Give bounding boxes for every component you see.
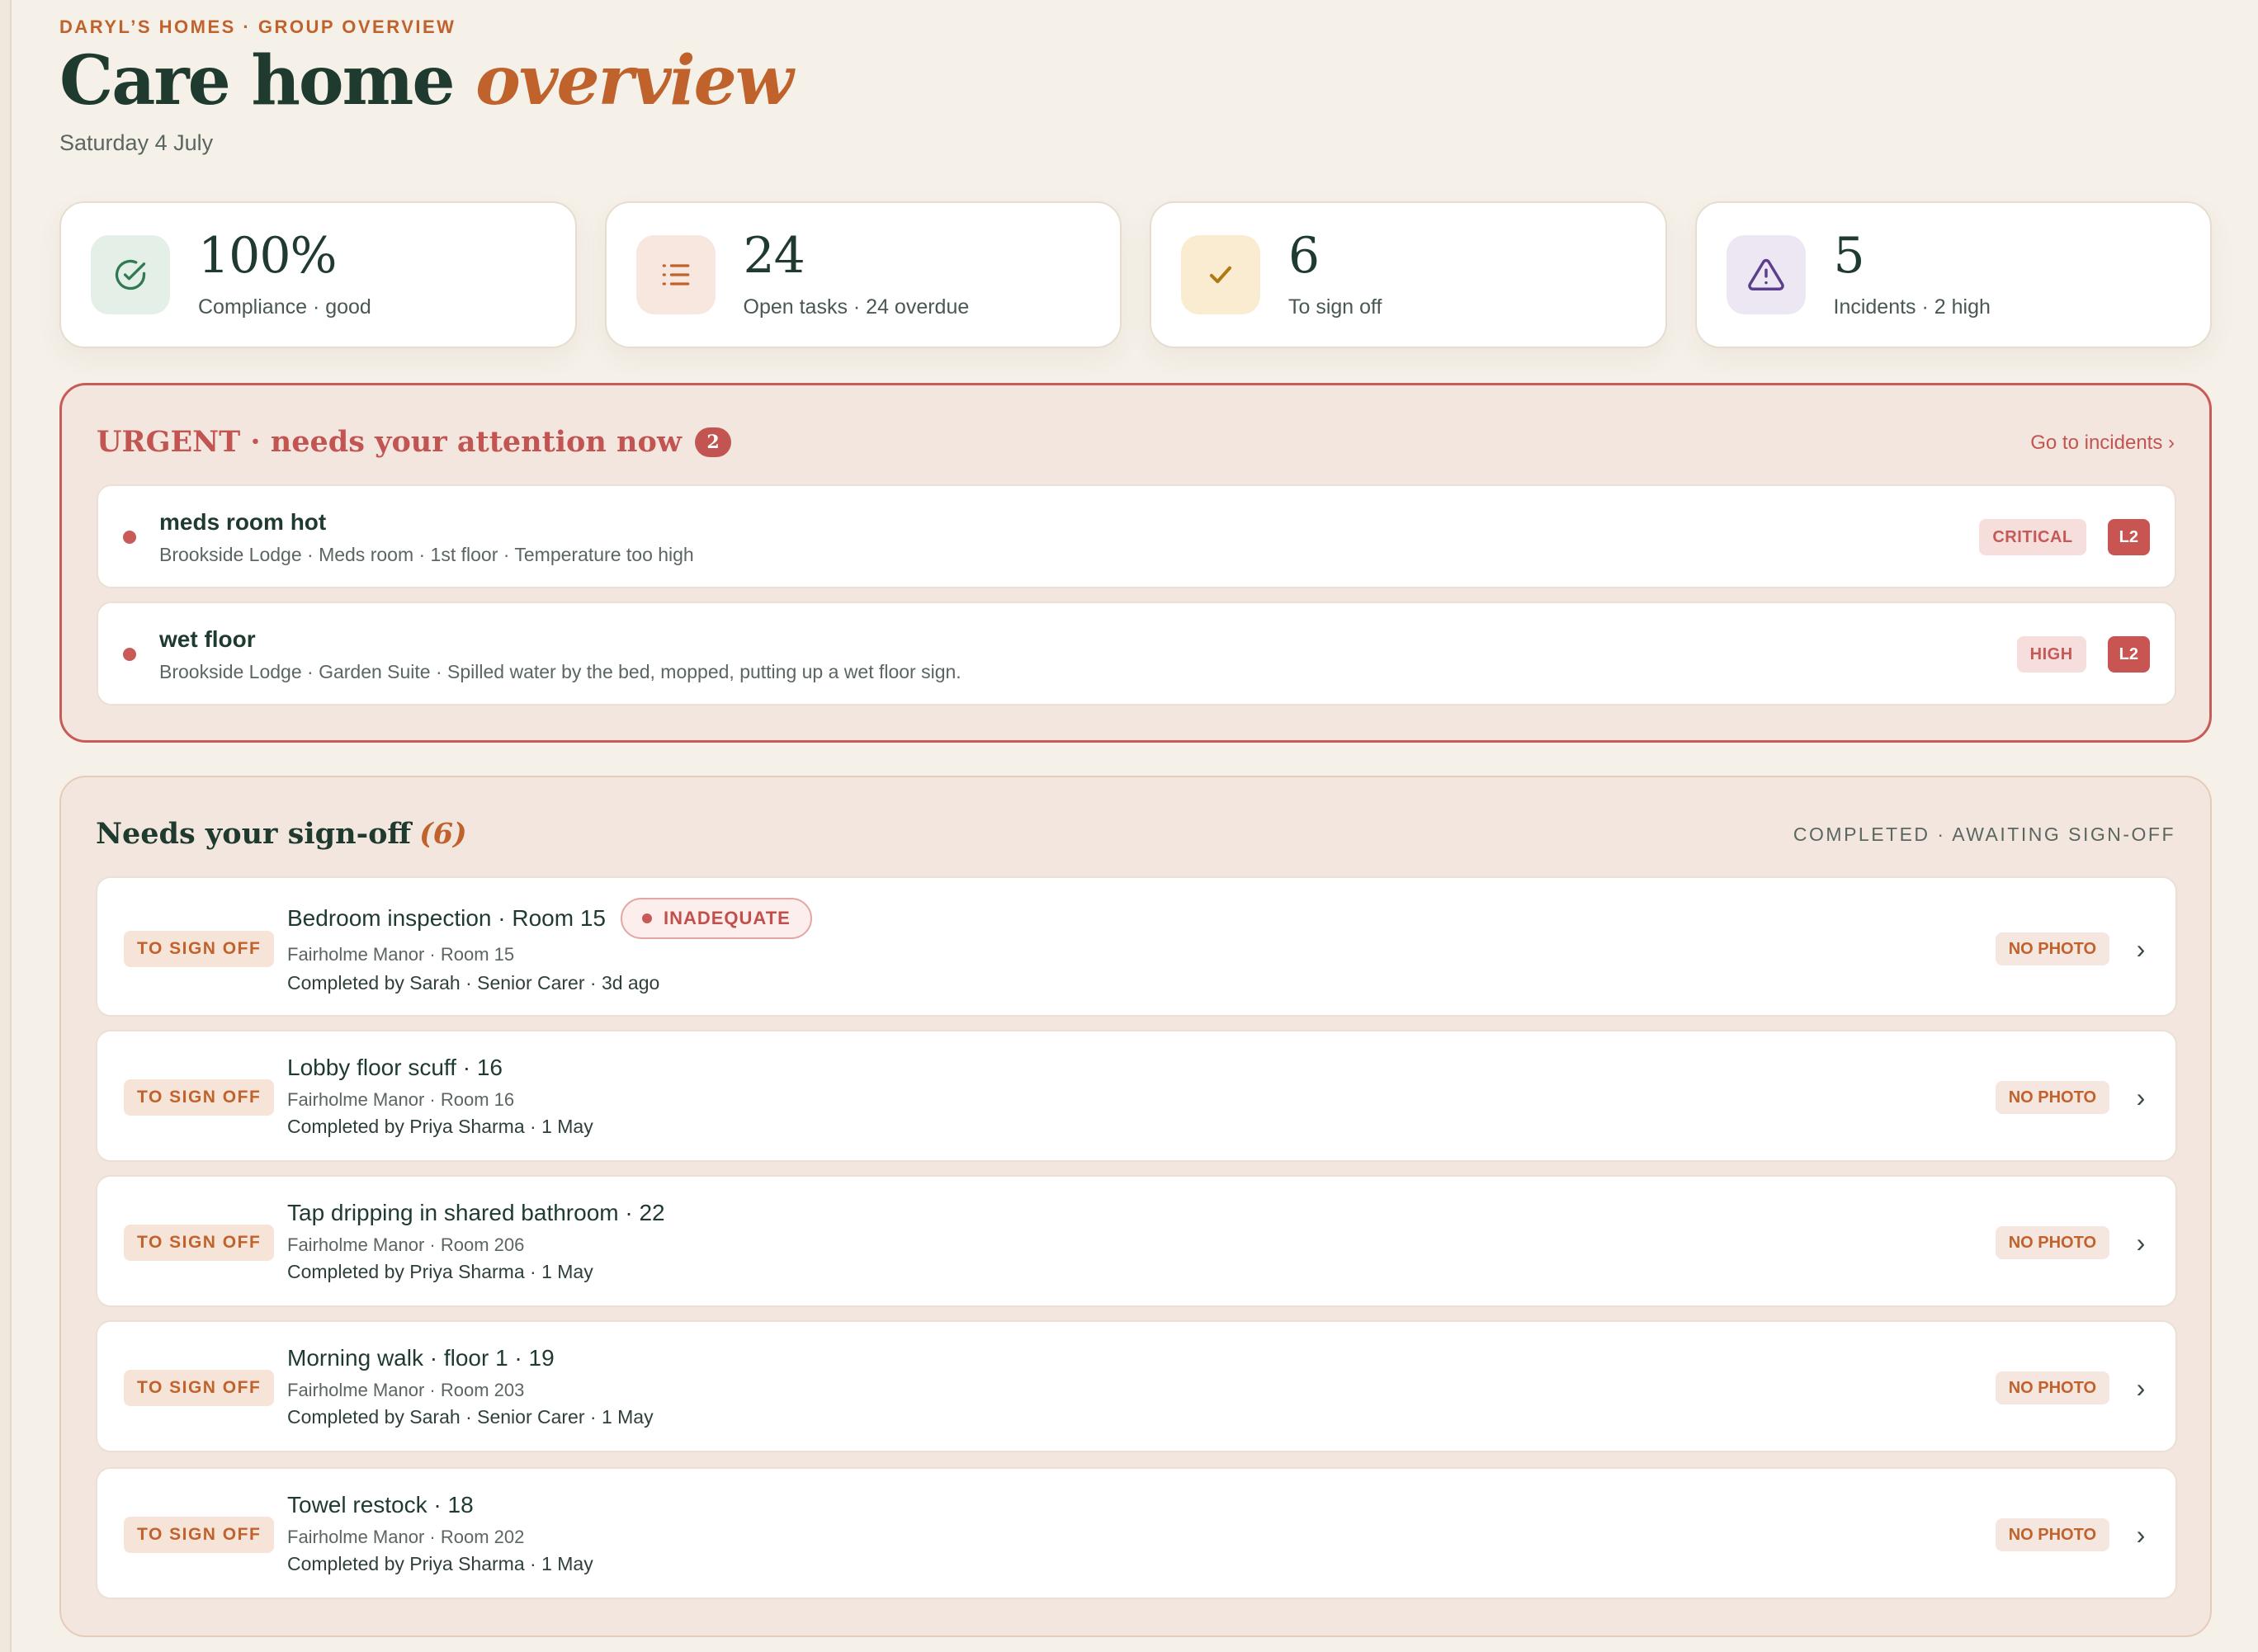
task-title: Bedroom inspection · Room 15 INADEQUATE	[287, 898, 812, 939]
quality-badge: INADEQUATE	[620, 898, 812, 939]
stat-card-to-sign-off[interactable]: 6 To sign off	[1150, 201, 1667, 348]
stats-row: 100% Compliance · good 24 Open tasks · 2…	[59, 201, 2212, 348]
signoff-title: Needs your sign-off (6)	[96, 817, 467, 851]
no-photo-badge: NO PHOTO	[1995, 1518, 2109, 1551]
page-date: Saturday 4 July	[59, 130, 214, 155]
sign-off-tag: TO SIGN OFF	[124, 931, 275, 967]
stat-label: Open tasks · 24 overdue	[743, 295, 970, 319]
incident-subtitle: Brookside Lodge · Meds room · 1st floor …	[159, 544, 694, 565]
no-photo-badge: NO PHOTO	[1995, 1226, 2109, 1259]
chevron-right-icon[interactable]: ›	[2133, 1375, 2149, 1401]
chevron-right-icon[interactable]: ›	[2133, 936, 2149, 962]
level-badge: L2	[2107, 519, 2150, 555]
status-dot-icon	[123, 531, 136, 544]
task-completed-by: Completed by Priya Sharma · 1 May	[287, 1116, 593, 1137]
stat-label: Incidents · 2 high	[1833, 295, 1991, 319]
task-title-text: Bedroom inspection · Room 15	[287, 905, 606, 931]
checkmark-icon	[1181, 235, 1260, 314]
level-badge: L2	[2107, 636, 2150, 673]
alert-dot-icon	[641, 913, 652, 923]
task-title: Tap dripping in shared bathroom · 22	[287, 1200, 665, 1225]
incident-title: wet floor	[159, 626, 256, 652]
go-to-incidents-link[interactable]: Go to incidents ›	[2030, 432, 2175, 455]
no-photo-badge: NO PHOTO	[1995, 932, 2109, 965]
stat-card-incidents[interactable]: 5 Incidents · 2 high	[1694, 201, 2212, 348]
signoff-row[interactable]: TO SIGN OFF Morning walk · floor 1 · 19 …	[96, 1320, 2177, 1452]
signoff-row[interactable]: TO SIGN OFF Bedroom inspection · Room 15…	[96, 876, 2177, 1017]
task-completed-by: Completed by Priya Sharma · 1 May	[287, 1553, 593, 1574]
stat-label: To sign off	[1288, 295, 1382, 319]
incident-subtitle: Brookside Lodge · Garden Suite · Spilled…	[159, 661, 961, 682]
signoff-count: (6)	[419, 817, 467, 851]
sign-off-tag: TO SIGN OFF	[124, 1370, 275, 1406]
list-icon	[635, 235, 716, 314]
status-dot-icon	[123, 648, 136, 661]
stat-value: 24	[743, 226, 805, 285]
incident-row[interactable]: wet floor Brookside Lodge · Garden Suite…	[97, 602, 2176, 706]
signoff-row[interactable]: TO SIGN OFF Towel restock · 18 Fairholme…	[96, 1467, 2177, 1599]
stat-value: 5	[1833, 226, 1865, 285]
urgent-count-badge: 2	[694, 427, 731, 457]
task-title: Lobby floor scuff · 16	[287, 1055, 503, 1080]
task-completed-by: Completed by Priya Sharma · 1 May	[287, 1261, 593, 1282]
signoff-row[interactable]: TO SIGN OFF Tap dripping in shared bathr…	[96, 1175, 2177, 1307]
incident-row[interactable]: meds room hot Brookside Lodge · Meds roo…	[97, 484, 2176, 588]
task-location: Fairholme Manor · Room 15	[287, 944, 515, 965]
sign-off-tag: TO SIGN OFF	[124, 1225, 275, 1261]
signoff-heading: Needs your sign-off	[96, 817, 412, 851]
stat-value: 100%	[198, 226, 338, 285]
warning-triangle-icon	[1726, 235, 1806, 314]
signoff-panel: Needs your sign-off (6) COMPLETED · AWAIT…	[59, 776, 2212, 1637]
chevron-right-icon[interactable]: ›	[2133, 1084, 2149, 1111]
severity-badge: HIGH	[2016, 636, 2086, 673]
incident-title: meds room hot	[159, 509, 327, 535]
urgent-heading: URGENT · needs your attention now	[97, 425, 682, 459]
task-title: Towel restock · 18	[287, 1492, 474, 1517]
task-location: Fairholme Manor · Room 16	[287, 1089, 515, 1110]
signoff-row[interactable]: TO SIGN OFF Lobby floor scuff · 16 Fairh…	[96, 1030, 2177, 1162]
stat-value: 6	[1288, 226, 1320, 285]
urgent-title: URGENT · needs your attention now 2	[97, 425, 731, 459]
page-title-accent: overview	[475, 41, 793, 120]
no-photo-badge: NO PHOTO	[1995, 1081, 2109, 1114]
signoff-meta: COMPLETED · AWAITING SIGN-OFF	[1793, 824, 2175, 845]
severity-badge: CRITICAL	[1979, 519, 2086, 555]
stat-card-open-tasks[interactable]: 24 Open tasks · 24 overdue	[604, 201, 1122, 348]
urgent-panel: URGENT · needs your attention now 2 Go t…	[59, 383, 2212, 743]
page-title-main: Care home	[59, 41, 456, 120]
sign-off-tag: TO SIGN OFF	[124, 1079, 275, 1116]
task-completed-by: Completed by Sarah · Senior Carer · 3d a…	[287, 972, 660, 994]
chevron-right-icon[interactable]: ›	[2133, 1522, 2149, 1548]
task-location: Fairholme Manor · Room 202	[287, 1527, 525, 1547]
task-location: Fairholme Manor · Room 206	[287, 1234, 525, 1255]
stat-label: Compliance · good	[198, 295, 371, 319]
page-title: Care home overview	[59, 41, 793, 120]
sidebar-edge	[0, 0, 12, 1652]
task-title: Morning walk · floor 1 · 19	[287, 1345, 555, 1371]
sign-off-tag: TO SIGN OFF	[124, 1517, 275, 1553]
chevron-right-icon[interactable]: ›	[2133, 1230, 2149, 1256]
no-photo-badge: NO PHOTO	[1995, 1371, 2109, 1404]
stat-card-compliance[interactable]: 100% Compliance · good	[59, 201, 577, 348]
task-location: Fairholme Manor · Room 203	[287, 1380, 525, 1400]
task-completed-by: Completed by Sarah · Senior Carer · 1 Ma…	[287, 1406, 654, 1428]
quality-badge-label: INADEQUATE	[663, 908, 791, 928]
check-circle-icon	[91, 235, 170, 314]
breadcrumb: DARYL’S HOMES · GROUP OVERVIEW	[59, 17, 456, 37]
